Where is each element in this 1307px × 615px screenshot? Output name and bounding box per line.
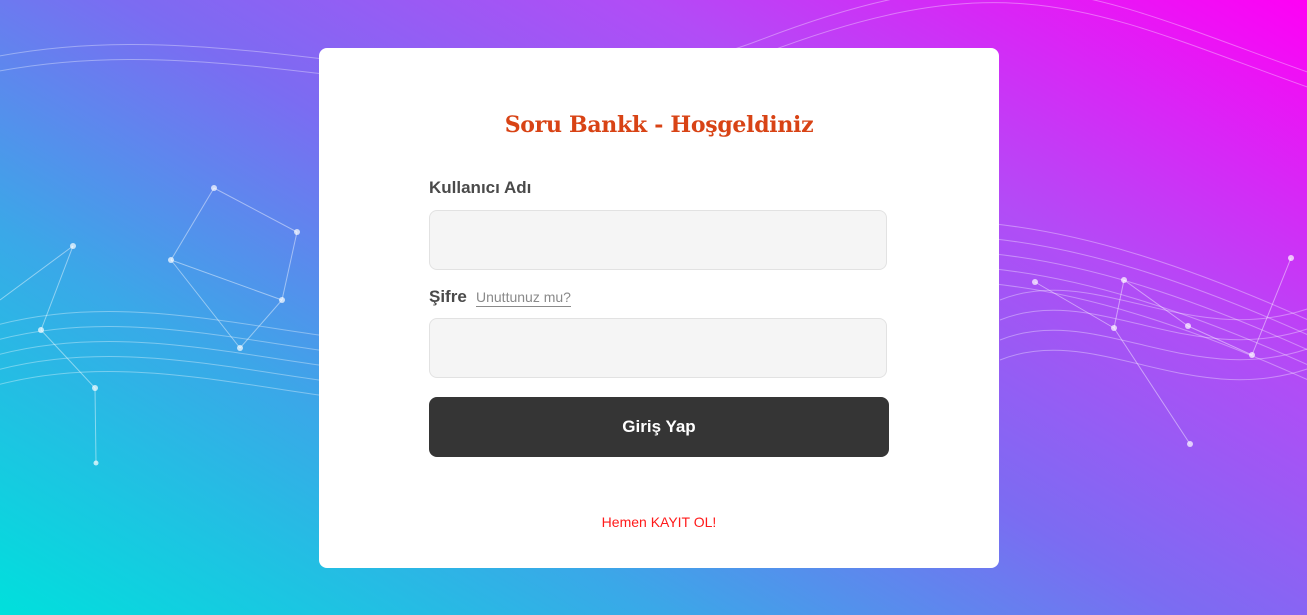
forgot-password-link[interactable]: Unuttunuz mu? [476,289,571,307]
page-title: Soru Bankk - Hoşgeldiniz [504,112,814,138]
username-label: Kullanıcı Adı [429,178,532,197]
password-label: Şifre [429,287,467,306]
login-button[interactable]: Giriş Yap [429,397,889,457]
register-link[interactable]: Hemen KAYIT OL! [319,514,999,530]
login-card: Soru Bankk - Hoşgeldiniz Kullanıcı Adı Ş… [319,48,999,568]
password-input[interactable] [429,318,887,378]
username-input[interactable] [429,210,887,270]
